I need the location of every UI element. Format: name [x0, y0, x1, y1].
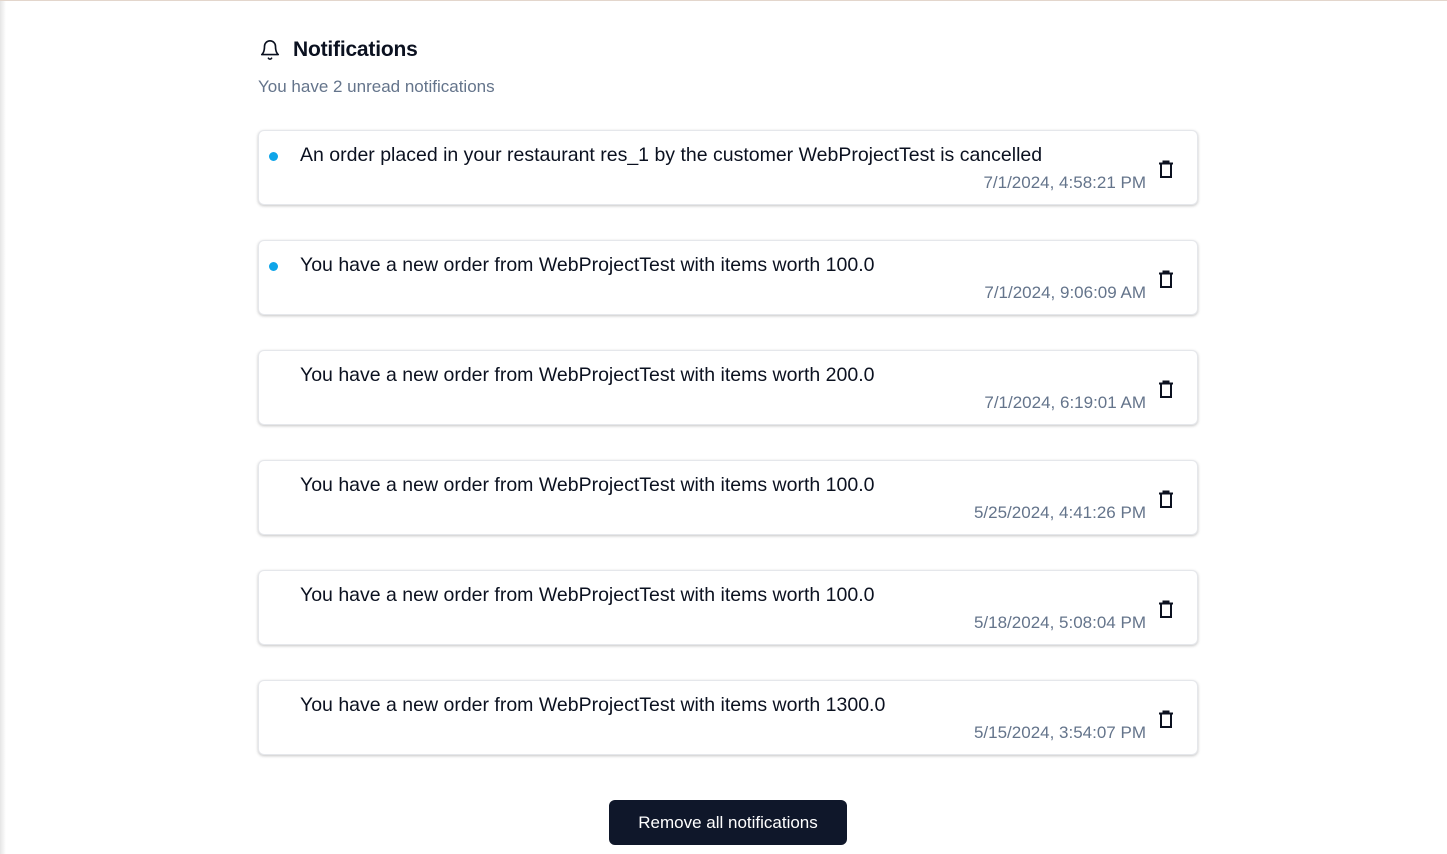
notification-message: You have a new order from WebProjectTest… — [300, 254, 875, 276]
notification-message: You have a new order from WebProjectTest… — [300, 584, 875, 606]
notification-message: An order placed in your restaurant res_1… — [300, 144, 1043, 166]
notification-timestamp: 7/1/2024, 9:06:09 AM — [984, 283, 1146, 302]
notifications-header: Notifications — [258, 35, 418, 65]
trash-icon — [1159, 710, 1173, 728]
notification-timestamp: 7/1/2024, 6:19:01 AM — [984, 393, 1146, 412]
notifications-page: Notifications You have 2 unread notifica… — [0, 0, 1447, 854]
notification-message: You have a new order from WebProjectTest… — [300, 364, 875, 386]
notification-card: You have a new order from WebProjectTest… — [258, 460, 1198, 535]
notification-card: An order placed in your restaurant res_1… — [258, 130, 1198, 205]
notification-message: You have a new order from WebProjectTest… — [300, 474, 875, 496]
trash-icon — [1159, 270, 1173, 288]
notification-card: You have a new order from WebProjectTest… — [258, 680, 1198, 755]
delete-notification-button[interactable] — [1157, 709, 1175, 729]
delete-notification-button[interactable] — [1157, 599, 1175, 619]
notification-card: You have a new order from WebProjectTest… — [258, 570, 1198, 645]
notification-card: You have a new order from WebProjectTest… — [258, 240, 1198, 315]
delete-notification-button[interactable] — [1157, 489, 1175, 509]
unread-indicator-dot — [269, 152, 278, 161]
notification-timestamp: 5/25/2024, 4:41:26 PM — [973, 503, 1146, 522]
trash-icon — [1159, 160, 1173, 178]
delete-notification-button[interactable] — [1157, 269, 1175, 289]
notification-timestamp: 5/15/2024, 3:54:07 PM — [973, 723, 1146, 742]
trash-icon — [1159, 600, 1173, 618]
remove-all-notifications-button[interactable]: Remove all notifications — [609, 800, 847, 845]
delete-notification-button[interactable] — [1157, 379, 1175, 399]
trash-icon — [1159, 380, 1173, 398]
delete-notification-button[interactable] — [1157, 159, 1175, 179]
notification-timestamp: 5/18/2024, 5:08:04 PM — [973, 613, 1146, 632]
unread-count-text: You have 2 unread notifications — [258, 77, 495, 96]
notification-message: You have a new order from WebProjectTest… — [300, 694, 886, 716]
bell-icon — [258, 38, 282, 62]
trash-icon — [1159, 490, 1173, 508]
notification-card: You have a new order from WebProjectTest… — [258, 350, 1198, 425]
notification-timestamp: 7/1/2024, 4:58:21 PM — [983, 173, 1146, 192]
unread-indicator-dot — [269, 262, 278, 271]
sidebar-edge-shadow — [0, 1, 6, 854]
page-title: Notifications — [293, 38, 418, 61]
